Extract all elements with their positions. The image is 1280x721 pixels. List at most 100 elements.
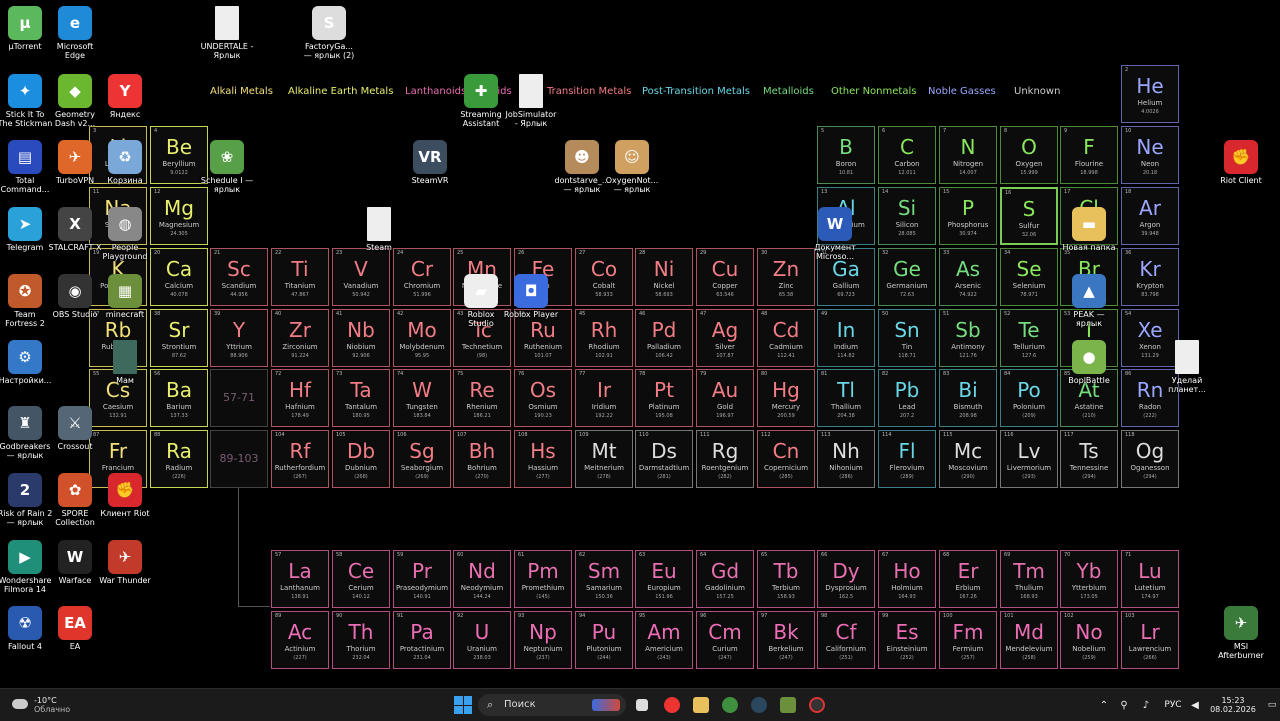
element-cell-in[interactable]: 49 In Indium 114.82: [817, 309, 875, 367]
element-cell-pr[interactable]: 59 Pr Praseodymium 140.91: [393, 550, 451, 608]
element-cell-te[interactable]: 52 Te Tellurium 127.6: [1000, 309, 1058, 367]
desktop-shortcut[interactable]: JobSimulator - Ярлык: [494, 74, 568, 128]
desktop-shortcut[interactable]: ▦ minecraft: [88, 274, 162, 319]
desktop-shortcut[interactable]: ◘ Roblox Player: [494, 274, 568, 319]
desktop-shortcut[interactable]: ✈ War Thunder: [88, 540, 162, 585]
element-cell-lv[interactable]: 116 Lv Livermorium (293): [1000, 430, 1058, 488]
element-cell-eu[interactable]: 63 Eu Europium 151.96: [635, 550, 693, 608]
element-cell-cm[interactable]: 96 Cm Curium (247): [696, 611, 754, 669]
element-cell-po[interactable]: 84 Po Polonium (209): [1000, 369, 1058, 427]
desktop-shortcut[interactable]: Y Яндекс: [88, 74, 162, 119]
legend-alkaline-earth-metals[interactable]: Alkaline Earth Metals: [288, 86, 393, 97]
element-cell-pm[interactable]: 61 Pm Promethium (145): [514, 550, 572, 608]
desktop-shortcut[interactable]: ⚔ Crossout: [38, 406, 112, 451]
network-icon[interactable]: ⚲: [1117, 689, 1131, 721]
desktop-shortcut[interactable]: ✊ Riot Client: [1204, 140, 1278, 185]
element-cell-np[interactable]: 93 Np Neptunium (237): [514, 611, 572, 669]
desktop-shortcut[interactable]: e Microsoft Edge: [38, 6, 112, 60]
element-cell-bh[interactable]: 107 Bh Bohrium (270): [453, 430, 511, 488]
element-cell-ce[interactable]: 58 Ce Cerium 140.12: [332, 550, 390, 608]
element-cell-hf[interactable]: 72 Hf Hafnium 178.49: [271, 369, 329, 427]
element-cell-ir[interactable]: 77 Ir Iridium 192.22: [575, 369, 633, 427]
element-cell-c[interactable]: 6 C Carbon 12.011: [878, 126, 936, 184]
element-cell-o[interactable]: 8 O Oxygen 15.999: [1000, 126, 1058, 184]
yandex-browser-icon[interactable]: [664, 697, 680, 713]
desktop-shortcut[interactable]: Steam: [342, 207, 416, 252]
element-cell-ag[interactable]: 47 Ag Silver 107.87: [696, 309, 754, 367]
legend-other-nonmetals[interactable]: Other Nonmetals: [831, 86, 916, 97]
xbox-icon[interactable]: [722, 697, 738, 713]
tray-chevron-icon[interactable]: ⌃: [1097, 689, 1111, 721]
desktop-shortcut[interactable]: EA EA: [38, 606, 112, 651]
element-cell-sm[interactable]: 62 Sm Samarium 150.36: [575, 550, 633, 608]
element-cell-ar[interactable]: 18 Ar Argon 39.948: [1121, 187, 1179, 245]
element-cell-f[interactable]: 9 F Flourine 18.998: [1060, 126, 1118, 184]
element-cell-fm[interactable]: 100 Fm Fermium (257): [939, 611, 997, 669]
element-cell-tl[interactable]: 81 Tl Thallium 204.38: [817, 369, 875, 427]
legend-noble-gasses[interactable]: Noble Gasses: [928, 86, 996, 97]
element-cell-p[interactable]: 15 P Phosphorus 30.974: [939, 187, 997, 245]
element-cell-lu[interactable]: 71 Lu Lutetium 174.97: [1121, 550, 1179, 608]
element-cell-am[interactable]: 95 Am Americium (243): [635, 611, 693, 669]
desktop-shortcut[interactable]: ✈ MSI Afterburner: [1204, 606, 1278, 660]
element-cell-la[interactable]: 57 La Lanthanum 138.91: [271, 550, 329, 608]
element-cell-yb[interactable]: 70 Yb Ytterbium 173.05: [1060, 550, 1118, 608]
element-cell-hs[interactable]: 108 Hs Hassium (277): [514, 430, 572, 488]
start-button[interactable]: [454, 696, 472, 714]
element-cell-sb[interactable]: 51 Sb Antimony 121.76: [939, 309, 997, 367]
element-placeholder[interactable]: 89-103: [210, 430, 268, 488]
element-cell-pb[interactable]: 82 Pb Lead 207.2: [878, 369, 936, 427]
element-cell-no[interactable]: 102 No Nobelium (259): [1060, 611, 1118, 669]
element-cell-n[interactable]: 7 N Nitrogen 14.007: [939, 126, 997, 184]
language-indicator[interactable]: РУС: [1160, 689, 1186, 721]
element-cell-ac[interactable]: 89 Ac Actinium (227): [271, 611, 329, 669]
element-cell-mc[interactable]: 115 Mc Moscovium (290): [939, 430, 997, 488]
element-cell-ds[interactable]: 110 Ds Darmstadtium (281): [635, 430, 693, 488]
file-explorer-icon[interactable]: [693, 697, 709, 713]
element-cell-fl[interactable]: 114 Fl Flerovium (289): [878, 430, 936, 488]
legend-post-transition-metals[interactable]: Post-Transition Metals: [642, 86, 750, 97]
element-cell-og[interactable]: 118 Og Oganesson (294): [1121, 430, 1179, 488]
minecraft-launcher-icon[interactable]: [780, 697, 796, 713]
desktop-shortcut[interactable]: ✊ Клиент Riot: [88, 473, 162, 518]
element-cell-pd[interactable]: 46 Pd Palladium 106.42: [635, 309, 693, 367]
element-cell-mo[interactable]: 42 Mo Molybdenum 95.95: [393, 309, 451, 367]
element-cell-ho[interactable]: 67 Ho Holmium 164.93: [878, 550, 936, 608]
element-cell-pt[interactable]: 78 Pt Platinum 195.08: [635, 369, 693, 427]
element-cell-pu[interactable]: 94 Pu Plutonium (244): [575, 611, 633, 669]
element-cell-gd[interactable]: 64 Gd Gadolinium 157.25: [696, 550, 754, 608]
element-cell-nh[interactable]: 113 Nh Nihonium (286): [817, 430, 875, 488]
element-cell-cf[interactable]: 98 Cf Californium (251): [817, 611, 875, 669]
legend-unknown[interactable]: Unknown: [1014, 86, 1060, 97]
element-cell-es[interactable]: 99 Es Einsteinium (252): [878, 611, 936, 669]
desktop-shortcut[interactable]: W Документ Microso...: [798, 207, 872, 261]
element-cell-y[interactable]: 39 Y Yttrium 88.906: [210, 309, 268, 367]
element-cell-re[interactable]: 75 Re Rhenium 186.21: [453, 369, 511, 427]
element-cell-ne[interactable]: 10 Ne Neon 20.18: [1121, 126, 1179, 184]
element-cell-md[interactable]: 101 Md Mendelevium (258): [1000, 611, 1058, 669]
taskbar-search[interactable]: ⌕ Поиск: [478, 694, 626, 716]
element-cell-ge[interactable]: 32 Ge Germanium 72.63: [878, 248, 936, 306]
steam-icon[interactable]: [751, 697, 767, 713]
element-cell-er[interactable]: 68 Er Erbium 167.26: [939, 550, 997, 608]
element-cell-he[interactable]: 2 He Helium 4.0026: [1121, 65, 1179, 123]
element-cell-ti[interactable]: 22 Ti Titanium 47.867: [271, 248, 329, 306]
desktop-shortcut[interactable]: VR SteamVR: [393, 140, 467, 185]
volume-icon[interactable]: ◀: [1188, 689, 1202, 721]
element-cell-si[interactable]: 14 Si Silicon 28.085: [878, 187, 936, 245]
element-cell-nb[interactable]: 41 Nb Niobium 92.906: [332, 309, 390, 367]
element-cell-rg[interactable]: 111 Rg Roentgenium (282): [696, 430, 754, 488]
element-cell-bi[interactable]: 83 Bi Bismuth 208.98: [939, 369, 997, 427]
element-cell-nd[interactable]: 60 Nd Neodymium 144.24: [453, 550, 511, 608]
element-cell-kr[interactable]: 36 Kr Krypton 83.798: [1121, 248, 1179, 306]
desktop-shortcut[interactable]: Мам: [88, 340, 162, 385]
element-cell-mt[interactable]: 109 Mt Meitnerium (278): [575, 430, 633, 488]
element-cell-b[interactable]: 5 B Boron 10.81: [817, 126, 875, 184]
element-cell-hg[interactable]: 80 Hg Mercury 200.59: [757, 369, 815, 427]
clock[interactable]: 15:23 08.02.2026: [1202, 689, 1264, 721]
desktop-shortcut[interactable]: ❀ Schedule I — ярлык: [190, 140, 264, 194]
element-cell-as[interactable]: 33 As Arsenic 74.922: [939, 248, 997, 306]
element-cell-v[interactable]: 23 V Vanadium 50.942: [332, 248, 390, 306]
notification-icon[interactable]: ▭: [1266, 689, 1278, 721]
desktop-shortcut[interactable]: ◍ People Playground: [88, 207, 162, 261]
